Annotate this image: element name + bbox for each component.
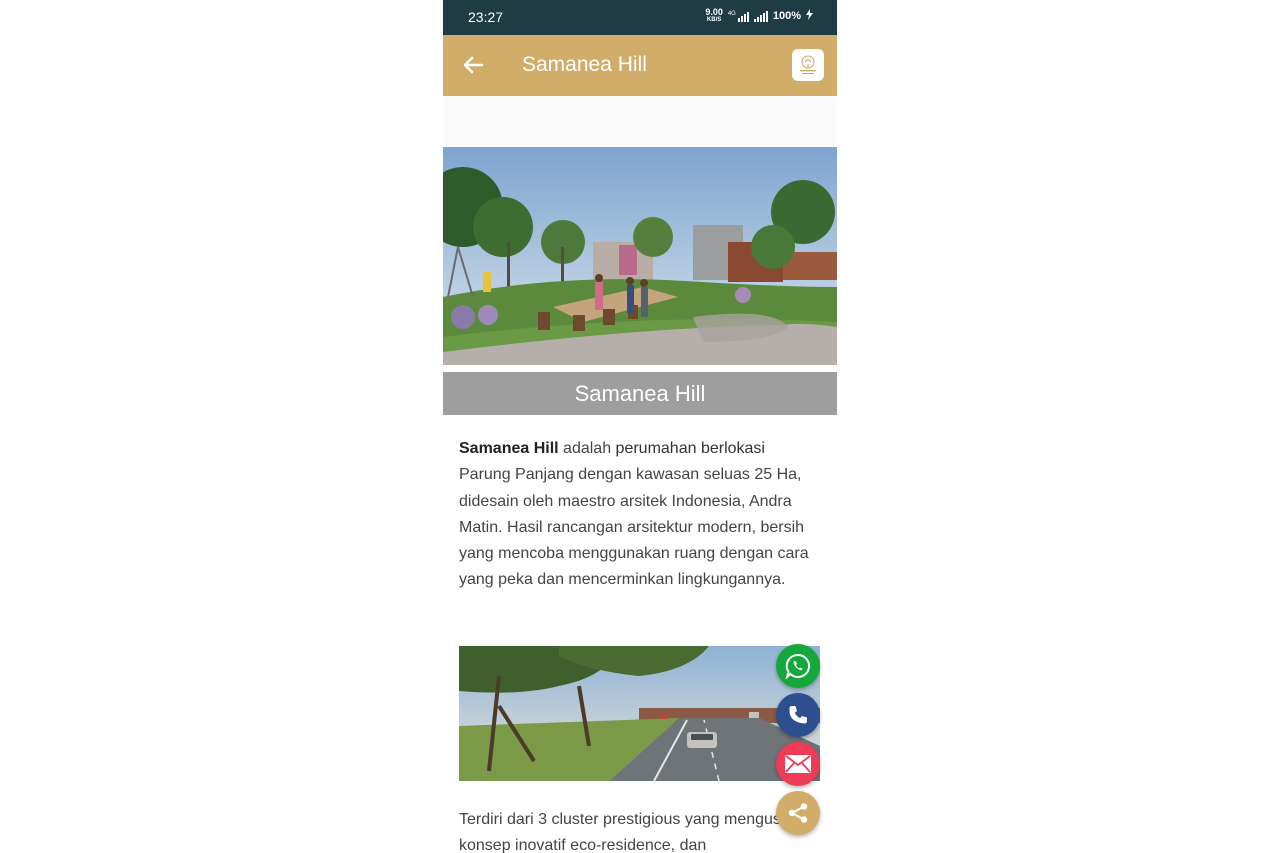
- phone-button[interactable]: [776, 693, 820, 737]
- hero-image: [443, 147, 837, 365]
- samanea-hill-logo: [800, 55, 816, 74]
- mail-button[interactable]: [776, 742, 820, 786]
- road-image: [459, 646, 820, 781]
- network-speed-value: 9.00: [705, 7, 723, 17]
- description-part2: perumahan berlokasi: [615, 440, 765, 457]
- signal-4g-icon: 4G: [728, 11, 749, 22]
- share-icon: [788, 803, 808, 823]
- description-bold-name: Samanea Hill: [459, 440, 559, 457]
- battery-level: 100%: [772, 10, 801, 22]
- app-logo-button[interactable]: [792, 49, 824, 81]
- app-title: Samanea Hill: [522, 53, 647, 76]
- charging-icon: [806, 9, 813, 23]
- status-time: 23:27: [468, 9, 504, 25]
- hero-caption: Samanea Hill: [443, 372, 837, 415]
- phone-icon: [789, 706, 807, 724]
- mail-icon: [785, 755, 811, 773]
- status-icons: 9.00 KB/S 4G 100%: [705, 8, 813, 24]
- status-bar: 23:27 9.00 KB/S 4G 100%: [443, 0, 837, 35]
- network-speed-unit: KB/S: [706, 17, 722, 23]
- app-bar: Samanea Hill: [443, 35, 837, 96]
- whatsapp-icon: [785, 653, 810, 679]
- back-button[interactable]: [459, 51, 487, 79]
- phone-screen: 23:27 9.00 KB/S 4G 100% Samanea Hill Sam…: [443, 0, 837, 853]
- network-speed: 9.00 KB/S: [705, 8, 723, 24]
- spacer: [443, 96, 837, 147]
- whatsapp-button[interactable]: [776, 644, 820, 688]
- description-part1: adalah: [558, 440, 616, 457]
- arrow-left-icon: [463, 56, 483, 74]
- network-type: 4G: [727, 10, 736, 17]
- description-2: Terdiri dari 3 cluster prestigious yang …: [459, 811, 808, 853]
- description-part3: Parung Panjang dengan kawasan seluas 25 …: [459, 466, 809, 589]
- description-text: Samanea Hill adalah perumahan berlokasi …: [459, 436, 819, 594]
- signal-icon: [753, 10, 768, 22]
- share-button[interactable]: [776, 791, 820, 835]
